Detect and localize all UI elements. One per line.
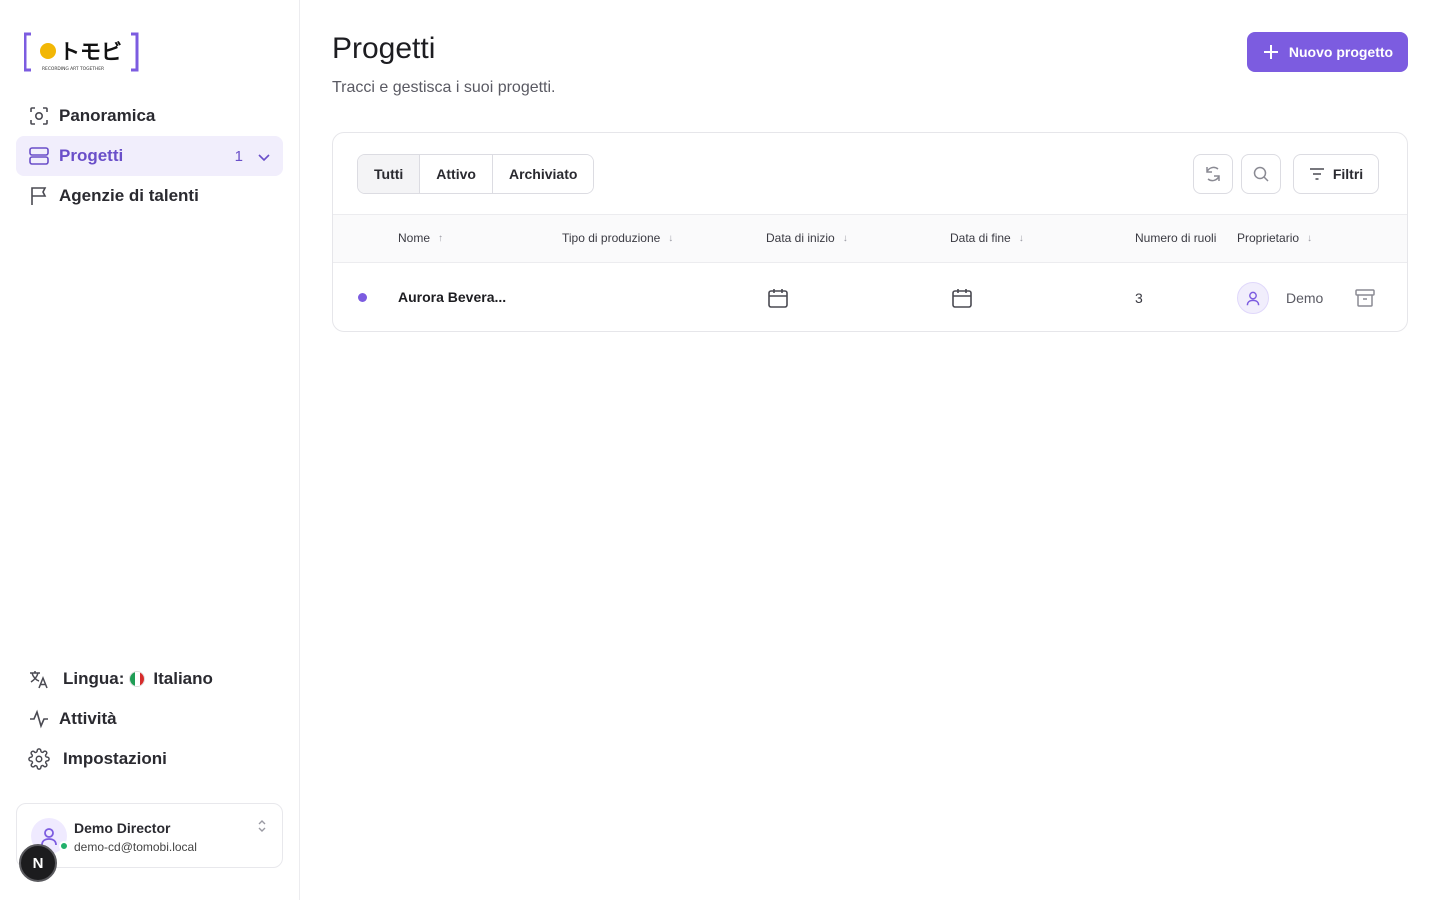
col-label: Data di fine bbox=[950, 231, 1011, 245]
sort-down-icon: ↓ bbox=[842, 232, 848, 244]
project-name[interactable]: Aurora Bevera... bbox=[398, 289, 506, 305]
refresh-icon bbox=[1206, 166, 1220, 182]
col-label: Nome bbox=[398, 231, 431, 245]
sidebar-item-label: Impostazioni bbox=[63, 749, 167, 768]
sidebar: トモビ RECORDING ART TOGETHER Panoramica Pr… bbox=[0, 0, 300, 900]
col-header-numero-ruoli[interactable]: Numero di ruoli bbox=[1135, 231, 1216, 245]
activity-icon bbox=[28, 708, 50, 730]
projects-table-card: Tutti Attivo Archiviato Filtri Nome ↑ Tip… bbox=[332, 132, 1408, 332]
col-header-data-inizio[interactable]: Data di inizio ↓ bbox=[766, 231, 848, 245]
col-header-data-fine[interactable]: Data di fine ↓ bbox=[950, 231, 1024, 245]
projects-count-badge: 1 bbox=[234, 147, 243, 165]
language-value: Italiano bbox=[153, 669, 213, 688]
sidebar-item-label: Attività bbox=[59, 709, 117, 728]
roles-count: 3 bbox=[1135, 290, 1143, 306]
gear-icon bbox=[28, 748, 50, 770]
tab-tutti[interactable]: Tutti bbox=[358, 155, 421, 193]
sort-up-icon: ↑ bbox=[438, 232, 444, 244]
filters-label: Filtri bbox=[1332, 166, 1364, 182]
page-subtitle: Tracci e gestisca i suoi progetti. bbox=[332, 79, 556, 96]
col-label: Tipo di produzione bbox=[562, 231, 661, 245]
user-email: demo-cd@tomobi.local bbox=[74, 840, 197, 854]
sidebar-item-impostazioni[interactable]: Impostazioni bbox=[16, 739, 283, 779]
col-label: Proprietario bbox=[1237, 231, 1300, 245]
next-dev-badge[interactable]: N bbox=[19, 844, 57, 882]
new-project-label: Nuovo progetto bbox=[1288, 44, 1394, 60]
online-status-dot bbox=[59, 841, 69, 851]
table-row[interactable]: Aurora Bevera... 3 Demo bbox=[333, 264, 1407, 331]
calendar-icon[interactable] bbox=[767, 287, 789, 309]
sort-down-icon: ↓ bbox=[1018, 232, 1024, 244]
refresh-button[interactable] bbox=[1193, 154, 1233, 194]
search-button[interactable] bbox=[1241, 154, 1281, 194]
col-header-tipo[interactable]: Tipo di produzione ↓ bbox=[562, 231, 673, 245]
italy-flag-icon bbox=[129, 671, 146, 687]
col-header-proprietario[interactable]: Proprietario ↓ bbox=[1237, 231, 1312, 245]
calendar-icon[interactable] bbox=[951, 287, 973, 309]
sidebar-item-agenzie[interactable]: Agenzie di talenti bbox=[16, 176, 283, 216]
language-selector[interactable]: Lingua: Italiano bbox=[16, 659, 283, 699]
owner-name: Demo bbox=[1286, 290, 1323, 306]
new-project-button[interactable]: Nuovo progetto bbox=[1247, 32, 1408, 72]
sidebar-item-attivita[interactable]: Attività bbox=[16, 699, 283, 739]
sidebar-item-label: Progetti bbox=[59, 146, 124, 165]
archive-icon[interactable] bbox=[1354, 287, 1376, 309]
filters-button[interactable]: Filtri bbox=[1293, 154, 1379, 194]
sidebar-item-label: Panoramica bbox=[59, 106, 156, 125]
table-header: Nome ↑ Tipo di produzione ↓ Data di inizio… bbox=[333, 214, 1407, 263]
page-title: Progetti bbox=[332, 32, 436, 65]
translate-icon bbox=[28, 668, 50, 690]
sidebar-item-progetti[interactable]: Progetti 1 bbox=[16, 136, 283, 176]
svg-text:トモビ: トモビ bbox=[59, 40, 122, 64]
scan-icon bbox=[28, 105, 50, 127]
chevron-down-icon[interactable] bbox=[257, 149, 271, 163]
language-label: Lingua: bbox=[63, 669, 125, 688]
sidebar-bottom-nav: Lingua: Italiano Attività Impostazioni bbox=[16, 659, 283, 779]
col-header-nome[interactable]: Nome ↑ bbox=[398, 231, 443, 245]
sort-down-icon: ↓ bbox=[668, 232, 674, 244]
svg-text:RECORDING ART TOGETHER: RECORDING ART TOGETHER bbox=[42, 66, 104, 72]
col-label: Numero di ruoli bbox=[1135, 231, 1217, 245]
tomobi-logo[interactable]: トモビ RECORDING ART TOGETHER bbox=[23, 32, 140, 74]
status-dot bbox=[358, 293, 367, 302]
sidebar-item-panoramica[interactable]: Panoramica bbox=[16, 96, 283, 136]
filter-lines-icon bbox=[1309, 168, 1324, 180]
search-icon bbox=[1253, 166, 1269, 182]
sidebar-item-label: Agenzie di talenti bbox=[59, 186, 199, 205]
sort-down-icon: ↓ bbox=[1307, 232, 1313, 244]
user-name: Demo Director bbox=[74, 820, 171, 836]
status-tabs: Tutti Attivo Archiviato bbox=[357, 154, 595, 194]
tab-archiviato[interactable]: Archiviato bbox=[492, 155, 594, 193]
flag-icon bbox=[28, 185, 50, 207]
tab-attivo[interactable]: Attivo bbox=[420, 155, 493, 193]
col-label: Data di inizio bbox=[766, 231, 835, 245]
owner-avatar bbox=[1237, 282, 1269, 314]
sidebar-nav: Panoramica Progetti 1 Agenzie di talenti bbox=[16, 96, 283, 216]
plus-icon bbox=[1263, 45, 1278, 59]
projects-icon bbox=[28, 145, 50, 167]
chevrons-up-down-icon[interactable] bbox=[256, 818, 268, 834]
